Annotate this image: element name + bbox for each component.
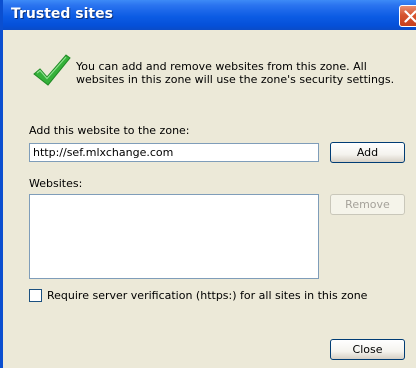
zone-info-text: You can add and remove websites from thi… [76,60,395,86]
add-button[interactable]: Add [330,142,405,163]
require-https-label[interactable]: Require server verification (https:) for… [47,289,367,302]
require-https-checkbox[interactable] [29,289,42,302]
websites-label: Websites: [29,177,83,190]
remove-button[interactable]: Remove [330,194,405,215]
close-window-button[interactable] [399,5,416,27]
green-checkmark-icon [33,54,71,86]
title-bar[interactable]: Trusted sites [3,0,416,30]
close-icon [404,10,416,23]
website-url-input[interactable] [29,143,319,162]
add-website-label: Add this website to the zone: [29,124,190,137]
window-title: Trusted sites [11,6,113,22]
close-button[interactable]: Close [330,339,405,360]
websites-list[interactable] [29,194,319,279]
